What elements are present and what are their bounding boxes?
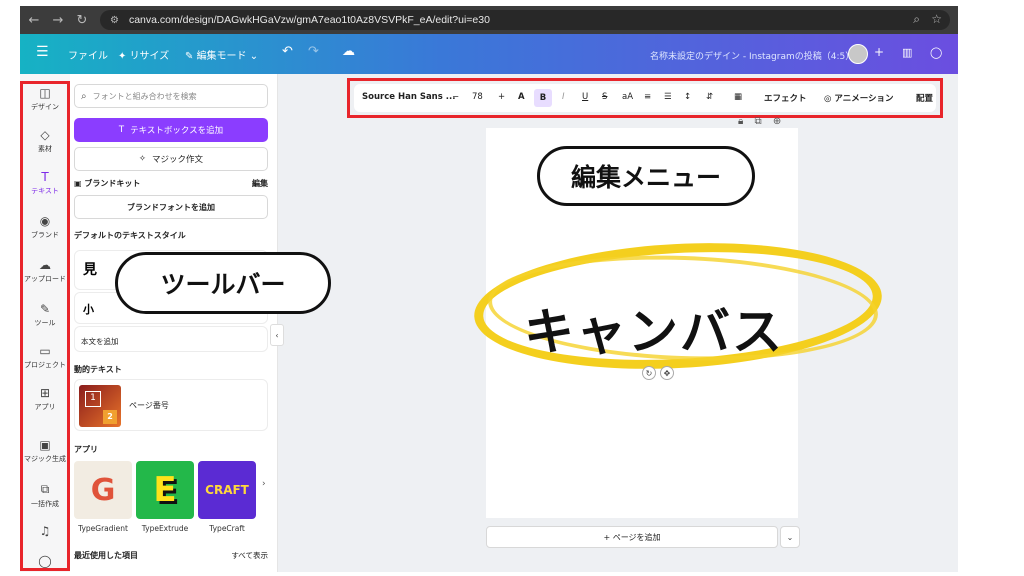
- text-side-panel: ⌕ フォントと組み合わせを検索 T テキストボックスを追加 ✧ マジック作文 ▣ ブラ…: [70, 74, 278, 572]
- apps-heading: アプリ: [74, 445, 98, 454]
- show-all-link[interactable]: すべて表示: [231, 550, 268, 561]
- add-page-icon[interactable]: ⊕: [773, 116, 781, 127]
- bookmark-star-icon[interactable]: ☆: [931, 12, 942, 26]
- avatar[interactable]: [848, 44, 868, 64]
- page-number-badge-1: 1: [85, 391, 101, 407]
- chevron-right-icon[interactable]: ›: [262, 479, 272, 501]
- recent-heading: 最近使用した項目: [74, 551, 138, 560]
- app-glyph: G: [90, 472, 116, 508]
- body-style-card[interactable]: 本文を追加: [74, 326, 268, 352]
- edit-menu-callout: 編集メニュー: [537, 146, 755, 206]
- add-textbox-button[interactable]: T テキストボックスを追加: [74, 118, 268, 142]
- app-tile-typeextrude[interactable]: E: [136, 461, 194, 519]
- page-actions: 🔒︎ ⧉ ⊕: [738, 116, 781, 127]
- back-icon[interactable]: ←: [24, 10, 44, 30]
- recent-row: 最近使用した項目 すべて表示: [74, 550, 268, 561]
- duplicate-icon[interactable]: ⧉: [755, 116, 762, 127]
- edit-mode-label: 編集モード: [196, 51, 247, 62]
- collapse-panel-button[interactable]: ‹: [270, 324, 284, 346]
- app-glyph: E: [153, 470, 177, 510]
- magic-write-button[interactable]: ✧ マジック作文: [74, 147, 268, 171]
- edit-menu-highlight-box: [347, 78, 943, 118]
- browser-toolbar: ← → ↻ ⚙ canva.com/design/DAGwkHGaVzw/gmA…: [20, 6, 958, 34]
- default-styles-heading: デフォルトのテキストスタイル: [74, 231, 186, 240]
- brand-kit-icon: ▣: [74, 179, 82, 188]
- cloud-save-icon[interactable]: ☁: [342, 44, 355, 59]
- toolbar-callout: ツールバー: [115, 252, 331, 314]
- address-bar[interactable]: ⚙ canva.com/design/DAGwkHGaVzw/gmA7eao1t…: [100, 10, 950, 30]
- text-t-icon: T: [118, 125, 125, 135]
- chevron-down-icon[interactable]: ⌄: [780, 526, 800, 548]
- edit-mode-button[interactable]: ✎ 編集モード ⌄: [185, 47, 258, 62]
- comment-icon[interactable]: ◯: [930, 46, 942, 59]
- resize-button[interactable]: ✦ リサイズ: [118, 47, 169, 62]
- design-title[interactable]: 名称未設定のデザイン - Instagramの投稿（4:5）: [650, 49, 854, 62]
- page-number-badge-2: 2: [103, 410, 117, 424]
- search-placeholder: フォントと組み合わせを検索: [92, 91, 197, 101]
- brand-kit-row: ▣ ブランドキット 編集: [74, 178, 268, 192]
- add-page-button[interactable]: + ページを追加: [486, 526, 778, 548]
- dynamic-text-heading: 動的テキスト: [74, 365, 122, 374]
- selection-handles: ↻ ✥: [642, 366, 678, 380]
- lock-icon[interactable]: 🔒︎: [738, 116, 743, 127]
- brand-kit-label: ブランドキット: [84, 179, 141, 188]
- canvas-text-element[interactable]: キャンバス: [524, 292, 784, 364]
- rotate-icon[interactable]: ↻: [642, 366, 656, 380]
- undo-icon[interactable]: ↶: [282, 44, 293, 59]
- site-settings-icon[interactable]: ⚙: [110, 15, 119, 26]
- add-brand-font-button[interactable]: ブランドフォントを追加: [74, 195, 268, 219]
- resize-label: リサイズ: [129, 51, 170, 62]
- toolbar-highlight-box: [20, 81, 70, 571]
- page-number-card[interactable]: 1 2 ページ番号: [74, 379, 268, 431]
- redo-icon[interactable]: ↷: [308, 44, 319, 59]
- brand-edit-link[interactable]: 編集: [252, 178, 268, 189]
- app-name: TypeCraft: [209, 524, 245, 533]
- forward-icon[interactable]: →: [48, 10, 68, 30]
- add-textbox-label: テキストボックスを追加: [130, 126, 224, 136]
- menu-icon[interactable]: ☰: [36, 44, 49, 60]
- app-tile-typecraft[interactable]: CRAFT: [198, 461, 256, 519]
- editor-header: ☰ ファイル ✦ リサイズ ✎ 編集モード ⌄ ↶ ↷ ☁ 名称未設定のデザイン…: [20, 34, 958, 74]
- move-icon[interactable]: ✥: [660, 366, 674, 380]
- search-icon: ⌕: [81, 90, 87, 102]
- insights-icon[interactable]: ▥: [902, 46, 912, 59]
- zoom-icon[interactable]: ⌕: [913, 12, 920, 27]
- app-glyph: CRAFT: [205, 483, 249, 497]
- page-number-label: ページ番号: [129, 401, 169, 410]
- magic-write-label: マジック作文: [152, 155, 204, 165]
- url-text[interactable]: canva.com/design/DAGwkHGaVzw/gmA7eao1t0A…: [129, 14, 490, 26]
- font-search-input[interactable]: ⌕ フォントと組み合わせを検索: [74, 84, 268, 108]
- screenshot-frame: ← → ↻ ⚙ canva.com/design/DAGwkHGaVzw/gmA…: [20, 6, 958, 572]
- app-name: TypeGradient: [78, 524, 128, 533]
- reload-icon[interactable]: ↻: [72, 10, 92, 30]
- magic-wand-icon: ✧: [138, 154, 147, 164]
- app-tile-typegradient[interactable]: G: [74, 461, 132, 519]
- page-number-thumbnail: 1 2: [79, 385, 121, 427]
- app-name: TypeExtrude: [141, 524, 189, 533]
- file-menu[interactable]: ファイル: [68, 47, 108, 62]
- share-add-icon[interactable]: +: [874, 45, 884, 59]
